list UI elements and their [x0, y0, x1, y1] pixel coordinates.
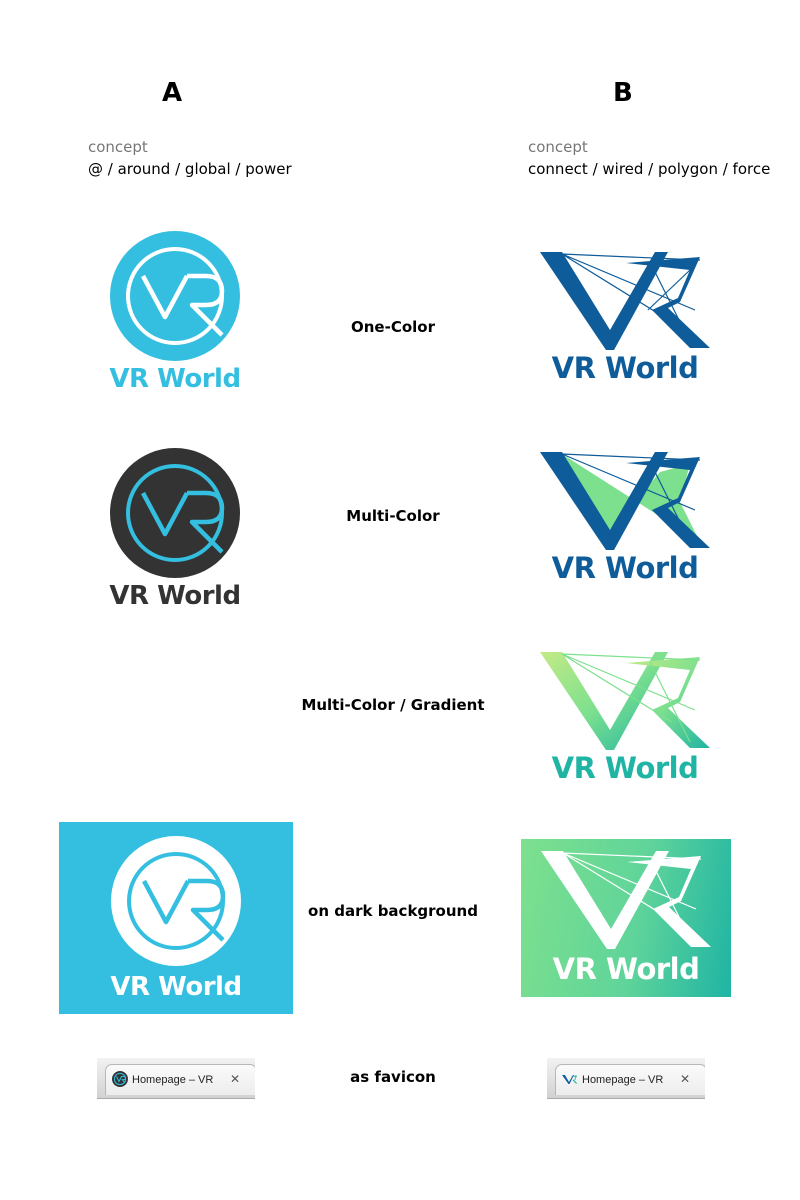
logo-b-multi-color-mark	[540, 452, 710, 550]
row-label-dark-background: on dark background	[308, 902, 478, 920]
logo-a-one-color-mark	[110, 231, 240, 361]
logo-a-multi-color-wordmark: VR World	[109, 581, 241, 611]
column-a-concept-words: @ / around / global / power	[88, 160, 292, 178]
row-label-one-color: One-Color	[351, 318, 435, 336]
logo-b-one-color-mark	[540, 252, 710, 350]
logo-b-one-color-wordmark: VR World	[551, 351, 699, 385]
column-b-concept-label: concept	[528, 138, 588, 156]
browser-tab-b[interactable]: Homepage – VR ✕	[555, 1064, 705, 1095]
browser-tabstrip-a: Homepage – VR ✕	[97, 1058, 255, 1099]
logo-b-gradient-wordmark: VR World	[551, 751, 699, 785]
row-label-gradient: Multi-Color / Gradient	[301, 696, 485, 714]
close-icon[interactable]: ✕	[230, 1072, 240, 1086]
logo-b-gradient-mark	[540, 652, 710, 750]
logo-a-multi-color-mark	[110, 448, 240, 578]
logo-b-dark-background-wordmark: VR World	[552, 952, 700, 986]
logo-a-one-color-wordmark: VR World	[109, 364, 241, 394]
browser-tab-a[interactable]: Homepage – VR ✕	[105, 1064, 255, 1095]
browser-tab-b-title: Homepage – VR	[582, 1074, 664, 1086]
logo-b-dark-background-mark	[541, 851, 711, 949]
favicon-b-icon	[562, 1075, 578, 1084]
row-label-multi-color: Multi-Color	[346, 507, 440, 525]
logo-b-multi-color-wordmark: VR World	[551, 551, 699, 585]
logo-a-dark-background-wordmark: VR World	[110, 972, 242, 1002]
browser-tab-a-title: Homepage – VR	[132, 1074, 214, 1086]
logo-b-dark-background-panel: VR World	[521, 839, 731, 997]
column-a-title: A	[162, 78, 183, 108]
logo-a-dark-background-mark	[111, 836, 241, 966]
browser-tabstrip-b: Homepage – VR ✕	[547, 1058, 705, 1099]
close-icon[interactable]: ✕	[680, 1072, 690, 1086]
favicon-a-icon	[112, 1071, 128, 1087]
column-b-concept-words: connect / wired / polygon / force	[528, 160, 771, 178]
logo-a-dark-background-panel: VR World	[59, 822, 293, 1014]
column-a-concept-label: concept	[88, 138, 148, 156]
row-label-favicon: as favicon	[350, 1068, 436, 1086]
column-b-title: B	[613, 78, 633, 108]
